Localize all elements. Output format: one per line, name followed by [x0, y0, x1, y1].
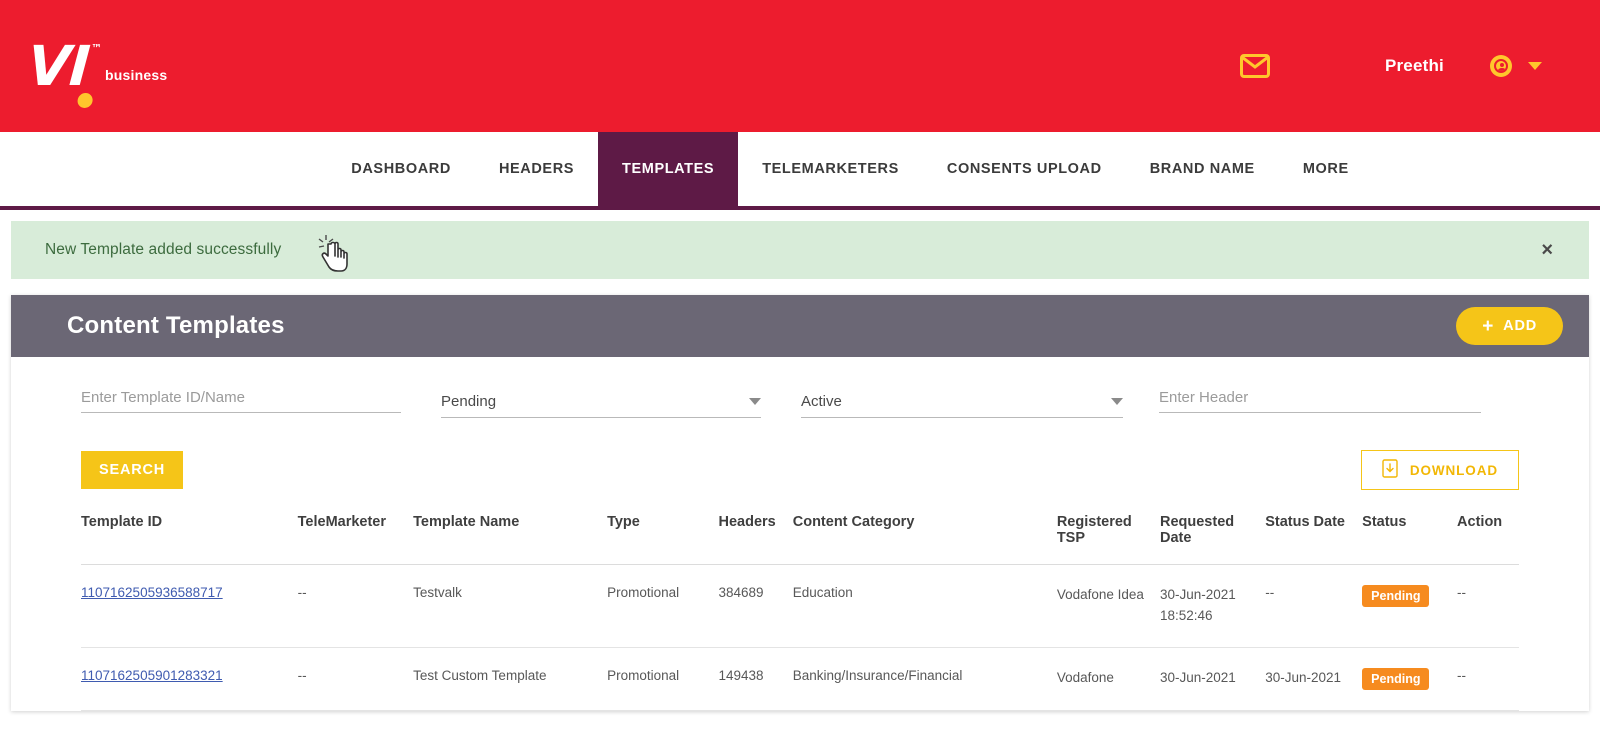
cell-requested-date: 30-Jun-2021 18:52:46: [1159, 564, 1266, 648]
col-registered-tsp: Registered TSP: [1056, 514, 1160, 565]
card-header: Content Templates + ADD: [11, 295, 1589, 357]
cell-template-id: 1107162505901283321: [81, 647, 298, 711]
col-requested-date: Requested Date: [1159, 514, 1266, 565]
col-headers: Headers: [718, 514, 793, 565]
col-telemarketer: TeleMarketer: [297, 514, 414, 565]
cell-content-category: Education: [792, 564, 1057, 648]
avatar-glyph: [1494, 59, 1508, 73]
plus-icon: +: [1482, 315, 1495, 337]
nav-item-more[interactable]: MORE: [1279, 132, 1373, 206]
cell-action: --: [1457, 564, 1519, 648]
logo-vi-text: VI: [25, 33, 92, 98]
table-row: 1107162505901283321 -- Test Custom Templ…: [81, 647, 1519, 711]
template-id-link[interactable]: 1107162505936588717: [81, 585, 223, 600]
user-name-label: Preethi: [1384, 56, 1444, 75]
table-body: 1107162505936588717 -- Testvalk Promotio…: [81, 564, 1519, 711]
header-placeholder: Enter Header: [1159, 389, 1249, 406]
main-navigation: DASHBOARD HEADERS TEMPLATES TELEMARKETER…: [0, 132, 1600, 210]
templates-table: Template ID TeleMarketer Template Name T…: [81, 514, 1519, 711]
nav-item-headers[interactable]: HEADERS: [475, 132, 598, 206]
logo-text: VI ™: [26, 34, 101, 109]
chevron-down-icon[interactable]: [1111, 397, 1123, 405]
cell-registered-tsp: Vodafone: [1056, 647, 1160, 711]
add-button-label: ADD: [1503, 318, 1537, 334]
header-right-group: Preethi: [1239, 54, 1542, 78]
status-select[interactable]: Pending: [441, 388, 761, 418]
col-template-name: Template Name: [413, 514, 608, 565]
alert-message: New Template added successfully: [45, 241, 282, 258]
add-template-button[interactable]: + ADD: [1456, 307, 1563, 345]
active-select-value: Active: [801, 392, 842, 410]
status-select-value: Pending: [441, 392, 497, 410]
cell-registered-tsp: Vodafone Idea: [1056, 564, 1160, 648]
chevron-down-icon[interactable]: [1528, 62, 1542, 70]
active-select[interactable]: Active: [801, 388, 1123, 418]
nav-item-brand-name[interactable]: BRAND NAME: [1126, 132, 1279, 206]
col-status-date: Status Date: [1265, 514, 1363, 565]
cell-template-name: Test Custom Template: [413, 647, 608, 711]
cell-status: Pending: [1362, 647, 1458, 711]
nav-item-dashboard[interactable]: DASHBOARD: [327, 132, 475, 206]
cell-template-id: 1107162505936588717: [81, 564, 298, 648]
nav-item-telemarketers[interactable]: TELEMARKETERS: [738, 132, 923, 206]
top-header: VI ™ business Preethi: [0, 0, 1600, 132]
nav-item-consents-upload[interactable]: CONSENTS UPLOAD: [923, 132, 1126, 206]
header-input-line[interactable]: Enter Header: [1159, 383, 1481, 413]
table-header-row: Template ID TeleMarketer Template Name T…: [81, 514, 1519, 565]
cell-headers: 384689: [718, 564, 793, 648]
cell-headers: 149438: [718, 647, 793, 711]
cell-type: Promotional: [607, 647, 719, 711]
cell-telemarketer: --: [297, 647, 414, 711]
search-button[interactable]: SEARCH: [81, 451, 184, 489]
cell-telemarketer: --: [297, 564, 414, 648]
success-alert: New Template added successfully ×: [11, 221, 1589, 279]
logo-trademark: ™: [91, 41, 102, 55]
download-button[interactable]: DOWNLOAD: [1360, 450, 1519, 490]
col-action: Action: [1457, 514, 1519, 565]
content-templates-card: Content Templates + ADD Enter Template I…: [11, 295, 1589, 711]
logo-business-label: business: [105, 67, 168, 84]
cell-template-name: Testvalk: [413, 564, 608, 648]
vi-business-logo[interactable]: VI ™ business: [26, 34, 168, 109]
cell-status: Pending: [1362, 564, 1458, 648]
envelope-icon[interactable]: [1239, 54, 1270, 78]
chevron-down-icon[interactable]: [749, 397, 761, 405]
cell-requested-date: 30-Jun-2021: [1159, 647, 1266, 711]
col-template-id: Template ID: [81, 514, 298, 565]
nav-items-group: DASHBOARD HEADERS TEMPLATES TELEMARKETER…: [327, 132, 1372, 206]
template-id-link[interactable]: 1107162505901283321: [81, 668, 223, 683]
action-row: SEARCH DOWNLOAD: [81, 450, 1519, 490]
status-select-line[interactable]: Pending: [441, 388, 761, 418]
table-head: Template ID TeleMarketer Template Name T…: [81, 514, 1519, 565]
status-badge: Pending: [1362, 667, 1430, 690]
col-content-category: Content Category: [792, 514, 1057, 565]
template-id-input-line[interactable]: Enter Template ID/Name: [81, 383, 401, 413]
file-download-icon: [1382, 459, 1398, 481]
cell-action: --: [1457, 647, 1519, 711]
page-title: Content Templates: [67, 312, 285, 339]
cell-content-category: Banking/Insurance/Financial: [792, 647, 1057, 711]
col-status: Status: [1362, 514, 1458, 565]
mouse-cursor-pointer-icon: [317, 233, 351, 275]
filter-row: Enter Template ID/Name Pending Active En…: [81, 383, 1519, 418]
status-badge: Pending: [1362, 585, 1430, 607]
alert-close-icon[interactable]: ×: [1541, 240, 1553, 260]
download-button-label: DOWNLOAD: [1409, 462, 1498, 478]
template-id-field[interactable]: Enter Template ID/Name: [81, 383, 401, 418]
card-body: Enter Template ID/Name Pending Active En…: [11, 357, 1589, 711]
col-type: Type: [607, 514, 719, 565]
nav-item-templates[interactable]: TEMPLATES: [598, 132, 739, 206]
cell-type: Promotional: [607, 564, 719, 648]
user-avatar-icon[interactable]: [1490, 55, 1512, 77]
template-id-placeholder: Enter Template ID/Name: [81, 389, 245, 406]
table-row: 1107162505936588717 -- Testvalk Promotio…: [81, 564, 1519, 648]
header-field[interactable]: Enter Header: [1159, 383, 1481, 418]
logo-yellow-dot: [77, 93, 94, 109]
active-select-line[interactable]: Active: [801, 388, 1123, 418]
cell-status-date: --: [1265, 564, 1363, 648]
cell-status-date: 30-Jun-2021: [1265, 647, 1363, 711]
